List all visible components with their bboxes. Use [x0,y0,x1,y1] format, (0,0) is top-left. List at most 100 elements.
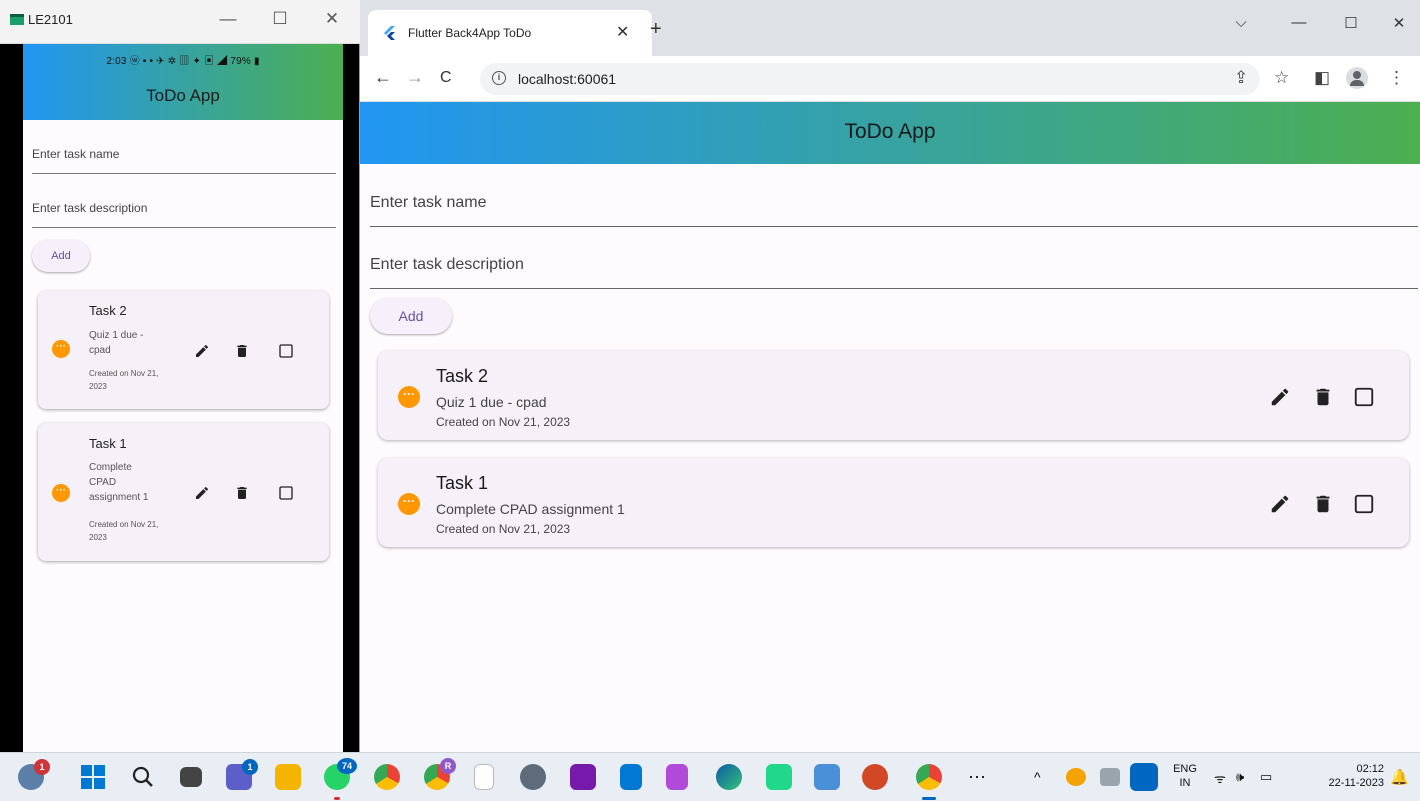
menu-icon[interactable]: ⋮ [1388,68,1405,88]
snipping-tool-icon[interactable] [666,764,688,790]
profile-avatar[interactable] [1346,67,1368,89]
notification-bell-icon[interactable]: 🔔 [1390,768,1409,786]
share-icon[interactable]: ⇪ [1234,68,1248,88]
phone-screen: 2:03 ⓦ ▪ • ✈ ✲ ▥ ✦ ▣ ◢ 79% ▮ ToDo App En… [23,44,343,752]
onedrive-warning-icon[interactable] [1066,768,1086,786]
search-icon[interactable] [130,764,156,790]
add-button[interactable]: Add [32,240,90,272]
delete-icon[interactable] [234,343,250,359]
clock[interactable]: 02:12 22-11-2023 [1300,762,1384,790]
pending-status-icon: ··· [398,386,420,408]
running-indicator [334,797,340,800]
task-card: ··· Task 1 Complete CPAD assignment 1 Cr… [378,458,1409,547]
edit-icon[interactable] [1269,493,1291,515]
delete-icon[interactable] [234,485,250,501]
checkbox-icon[interactable] [1353,493,1375,515]
checkbox-icon[interactable] [278,343,294,359]
task-description-placeholder: Enter task description [32,201,148,215]
task-name-input[interactable]: Enter task name [32,134,336,174]
pending-status-icon: ··· [52,340,70,358]
task-title: Task 2 [89,303,127,318]
task-date: Created on Nov 21, 2023 [436,522,571,536]
checkbox-icon[interactable] [278,485,294,501]
task-description-input[interactable]: Enter task description [32,188,336,228]
edit-icon[interactable] [194,343,210,359]
task-description-input[interactable]: Enter task description [370,239,1418,289]
task-description: Quiz 1 due - cpad [436,394,547,410]
sync-icon[interactable] [1100,768,1120,786]
task-view-icon[interactable] [180,767,202,787]
add-button[interactable]: Add [370,298,452,334]
app-bar: 2:03 ⓦ ▪ • ✈ ✲ ▥ ✦ ▣ ◢ 79% ▮ ToDo App [23,44,343,120]
clock-time: 02:12 [1356,763,1384,775]
task-name-placeholder: Enter task name [370,194,487,211]
edit-icon[interactable] [1269,386,1291,408]
side-panel-icon[interactable]: ◧ [1314,68,1330,88]
tab-close-button[interactable]: ✕ [616,22,629,42]
task-description: Complete CPAD assignment 1 [436,501,625,517]
phone-window-title: LE2101 [28,12,73,27]
info-icon[interactable]: i [492,71,506,85]
checkbox-icon[interactable] [1353,386,1375,408]
maximize-button[interactable]: ☐ [268,9,292,29]
app-body: Enter task name Enter task description A… [23,120,343,752]
wifi-icon[interactable]: ᯤ [1214,769,1226,787]
chrome-icon[interactable] [374,764,400,790]
task-description: Complete CPAD assignment 1 [89,462,149,503]
task-date: Created on Nov 21, 2023 [436,415,571,429]
language-indicator[interactable]: ENG IN [1168,762,1202,790]
phone-window-titlebar: LE2101 — ☐ ✕ [0,0,360,44]
close-button[interactable]: ✕ [320,9,344,29]
task-title: Task 2 [436,366,489,386]
browser-tab[interactable]: Flutter Back4App ToDo ✕ [368,10,652,56]
maximize-button[interactable]: ☐ [1336,14,1366,32]
task-date: Created on Nov 21, 2023 [89,369,159,391]
taskbar: 1 1 74 R ⋯ ^ ENG IN ᯤ 🕪 ▭ 02:12 22-11-20… [0,752,1420,801]
minimize-button[interactable]: — [216,9,240,29]
delete-icon[interactable] [1312,493,1334,515]
edge-icon[interactable] [716,764,742,790]
reload-button[interactable]: C [440,69,452,87]
edit-icon[interactable] [194,485,210,501]
onenote-icon[interactable] [570,764,596,790]
chrome-profile-badge: R [440,758,456,774]
settings-icon[interactable] [520,764,546,790]
back-button[interactable]: ← [374,67,392,88]
whatsapp-badge: 74 [337,758,357,774]
task-name-input[interactable]: Enter task name [370,177,1418,227]
overflow-icon[interactable]: ⋯ [968,767,986,788]
volume-icon[interactable]: 🕪 [1236,769,1244,785]
remote-desktop-icon[interactable] [814,764,840,790]
region-code: IN [1179,777,1191,789]
vscode-icon[interactable] [620,764,642,790]
forward-button[interactable]: → [406,67,424,88]
pending-status-icon: ··· [52,484,70,502]
task-date: Created on Nov 21, 2023 [89,520,159,542]
start-icon[interactable] [80,764,106,790]
task-card: ··· Task 2 Quiz 1 due - cpad Created on … [38,291,329,409]
address-bar[interactable]: i localhost:60061 [480,63,1260,95]
powerpoint-icon[interactable] [862,764,888,790]
file-explorer-icon[interactable] [275,764,301,790]
pycharm-icon[interactable] [766,764,792,790]
flutter-icon [384,26,395,40]
new-tab-button[interactable]: + [650,18,662,41]
tab-search-button[interactable]: ⌵ [1226,14,1256,31]
notepad-icon[interactable] [474,764,494,790]
minimize-button[interactable]: — [1284,14,1314,31]
task-description: Quiz 1 due - cpad [89,330,144,356]
pending-status-icon: ··· [398,493,420,515]
microphone-icon[interactable] [1130,763,1158,791]
phone-status-bar: 2:03 ⓦ ▪ • ✈ ✲ ▥ ✦ ▣ ◢ 79% ▮ [106,56,260,67]
tray-chevron-icon[interactable]: ^ [1034,769,1041,785]
delete-icon[interactable] [1312,386,1334,408]
battery-icon[interactable]: ▭ [1260,769,1272,785]
close-button[interactable]: ✕ [1384,14,1414,32]
app-logo-icon [10,14,24,25]
browser-window: Flutter Back4App ToDo ✕ + ⌵ — ☐ ✕ ← → C … [360,0,1420,752]
clock-date: 22-11-2023 [1328,777,1384,789]
star-icon[interactable]: ☆ [1274,68,1289,88]
app-title: ToDo App [146,86,220,105]
task-card: ··· Task 1 Complete CPAD assignment 1 Cr… [38,423,329,561]
chrome-active-icon[interactable] [916,764,942,790]
